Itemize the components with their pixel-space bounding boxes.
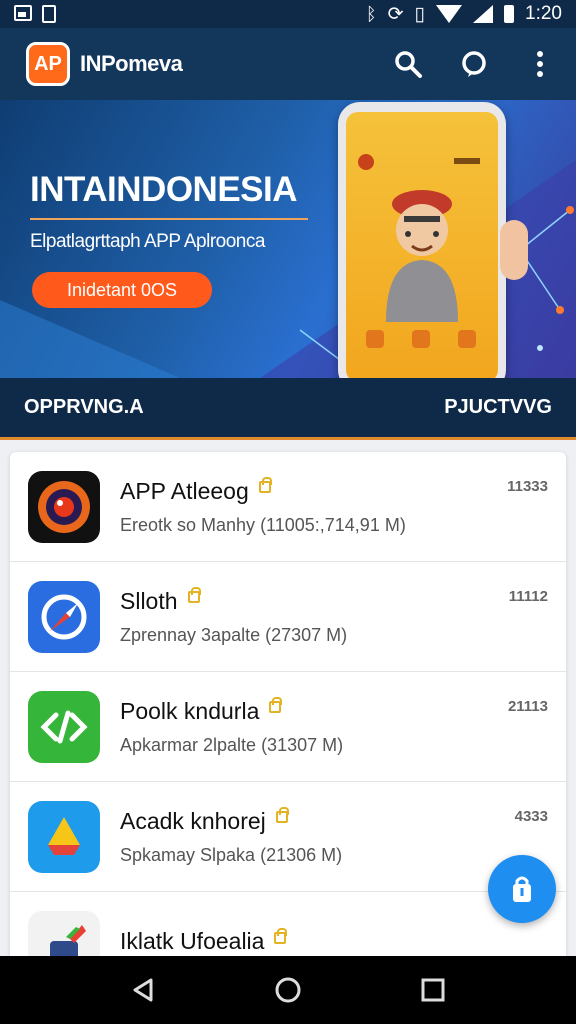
list-item[interactable]: APP Atleeog Ereotk so Manhy (11005:,714,… <box>10 452 566 562</box>
app-count: 21113 <box>507 698 548 715</box>
recents-button[interactable] <box>413 970 453 1010</box>
hero-subtitle: Elpatlagrttaph APP Aplroonca <box>30 231 265 252</box>
tool-app-icon <box>28 910 100 962</box>
home-button[interactable] <box>268 970 308 1010</box>
lock-icon <box>274 927 288 944</box>
tab-left[interactable]: OPPRVNG.A <box>24 396 144 419</box>
lock-icon <box>258 477 272 493</box>
hero-banner[interactable]: INTAINDONESIA Elpatlagrttaph APP Aplroon… <box>0 100 576 378</box>
app-meta: Zprennay 3apalte (27307 M) <box>120 624 348 645</box>
hand-illustration <box>500 220 528 280</box>
back-button[interactable] <box>123 970 163 1010</box>
list-item[interactable]: Acadk knhorej Spkamay Slpaka (21306 M) 4… <box>10 782 566 892</box>
home-icon <box>275 977 301 1003</box>
app-count: 11333 <box>507 478 548 495</box>
chat-icon <box>462 51 486 77</box>
lock-icon <box>275 807 289 823</box>
hero-cta-button[interactable]: Inidetant 0OS <box>32 272 212 308</box>
app-bar: AP INPomeva <box>0 28 576 100</box>
hero-divider <box>30 218 308 220</box>
app-name: Slloth <box>120 587 178 614</box>
app-logo: AP <box>26 42 70 86</box>
list-item[interactable]: Slloth Zprennay 3apalte (27307 M) 11112 <box>10 562 566 672</box>
compass-app-icon <box>28 580 100 653</box>
overflow-menu-button[interactable] <box>520 44 560 84</box>
signal-icon <box>473 5 494 23</box>
vibrate-icon: ▯ <box>414 3 426 25</box>
chat-button[interactable] <box>454 44 494 84</box>
app-title: INPomeva <box>80 51 183 76</box>
tab-right[interactable]: PJUCTVVG <box>444 396 552 419</box>
battery-icon <box>504 5 515 23</box>
floating-action-button[interactable] <box>488 855 556 923</box>
mascot-illustration <box>358 154 480 348</box>
app-name: APP Atleeog <box>120 477 249 504</box>
app-meta: Ereotk so Manhy (11005:,714,91 M) <box>120 514 406 535</box>
app-name: Iklatk Ufoealia <box>120 928 265 954</box>
phone-illustration <box>338 102 506 378</box>
more-vert-icon <box>537 51 543 77</box>
drive-app-icon <box>28 800 100 873</box>
shopping-bag-icon <box>513 876 531 902</box>
status-bar: ᛒ ⟳ ▯ 1:20 <box>0 0 576 28</box>
app-list: APP Atleeog Ereotk so Manhy (11005:,714,… <box>10 452 566 962</box>
sync-icon: ⟳ <box>387 3 404 25</box>
app-name: Acadk knhorej <box>120 807 266 834</box>
wifi-icon <box>436 5 463 23</box>
section-tabs-bar: OPPRVNG.A PJUCTVVG <box>0 378 576 440</box>
list-item[interactable]: Iklatk Ufoealia <box>10 892 566 962</box>
app-count: 4333 <box>514 808 548 825</box>
search-icon <box>395 51 422 78</box>
search-button[interactable] <box>388 44 428 84</box>
lock-icon <box>187 587 201 603</box>
gallery-notification-icon <box>14 5 32 21</box>
phone-notification-icon <box>42 5 56 23</box>
back-icon <box>133 978 153 1002</box>
app-name: Poolk kndurla <box>120 697 260 724</box>
hero-title: INTAINDONESIA <box>30 170 298 209</box>
recents-icon <box>421 978 445 1002</box>
app-meta: Spkamay Slpaka (21306 M) <box>120 844 343 865</box>
app-count: 11112 <box>508 588 548 605</box>
list-item[interactable]: Poolk kndurla Apkarmar 2lpalte (31307 M)… <box>10 672 566 782</box>
status-time: 1:20 <box>525 3 562 24</box>
lock-icon <box>269 697 283 713</box>
camera-app-icon <box>28 470 100 543</box>
system-navigation-bar <box>0 956 576 1024</box>
bluetooth-icon: ᛒ <box>365 3 377 24</box>
code-app-icon <box>28 690 100 763</box>
app-meta: Apkarmar 2lpalte (31307 M) <box>120 734 344 755</box>
